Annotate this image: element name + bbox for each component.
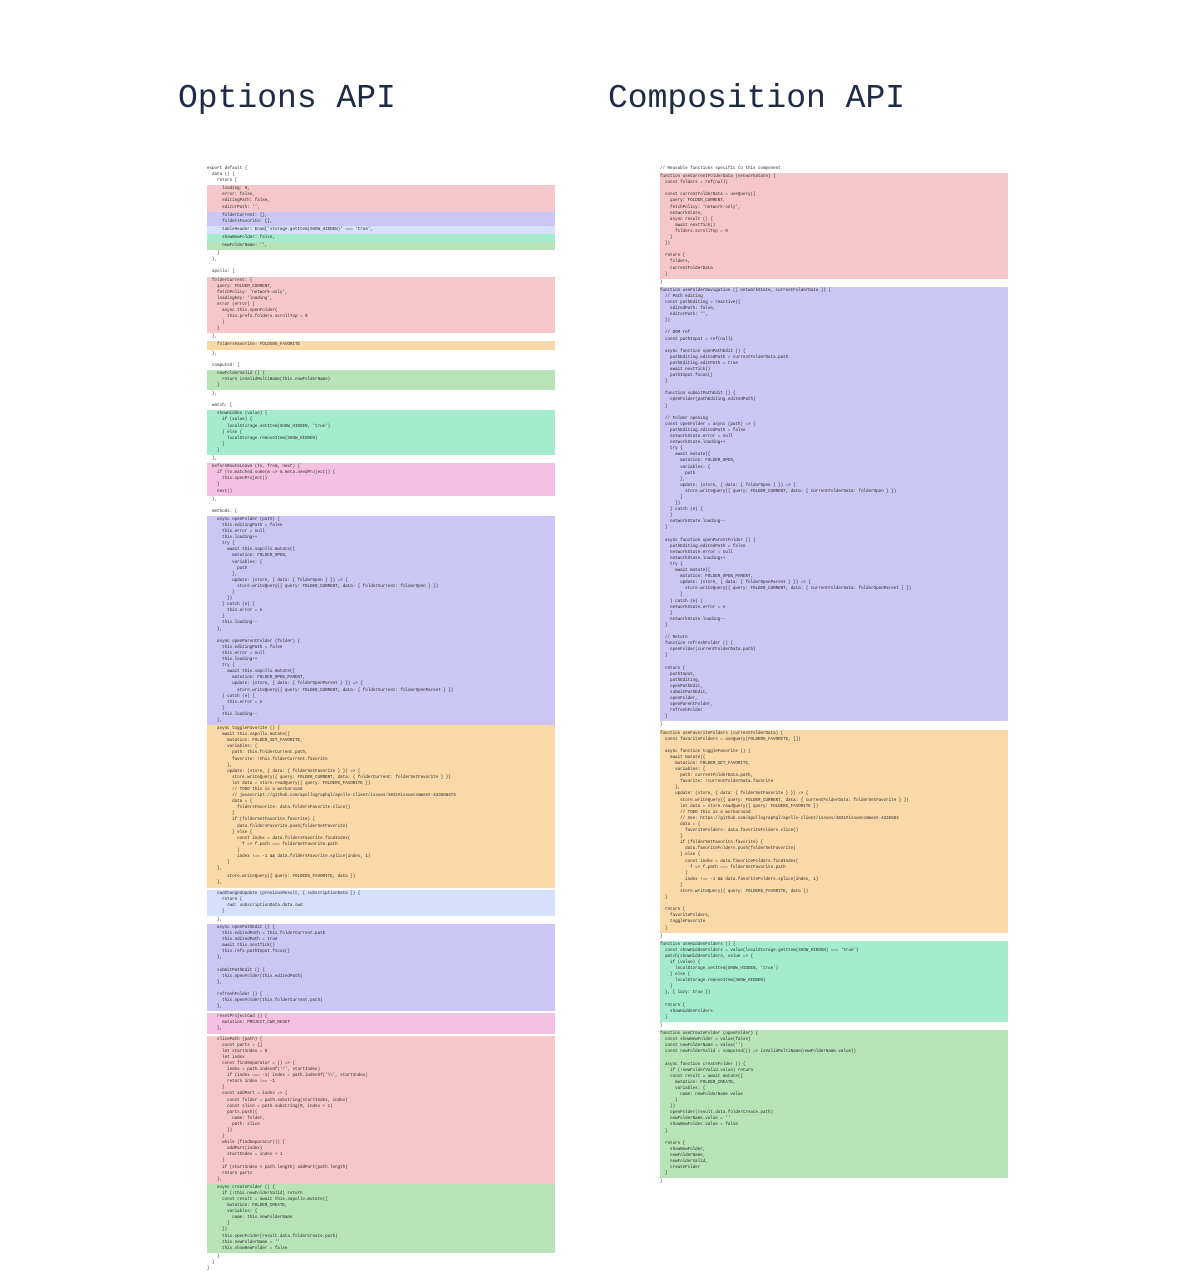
code-block-orange: function useFavoriteFolders (currentFold…: [660, 730, 1008, 933]
code-block-white: }, watch: {: [207, 390, 555, 410]
code-block-purple: function useFolderNavigation ({ networkS…: [660, 287, 1008, 722]
code-block-white: }: [660, 1178, 1008, 1186]
code-block-white: }: [660, 721, 1008, 729]
heading-options-api: Options API: [178, 80, 396, 117]
code-block-mint: showNewFolder: false,: [207, 234, 555, 242]
canvas: Options API Composition API export defau…: [0, 0, 1200, 1201]
code-block-mint: function useHiddenFolders () { const sho…: [660, 941, 1008, 1022]
code-block-white: } }, apollo: {: [207, 250, 555, 276]
code-block-purple: async openPathEdit () { this.editedPath …: [207, 924, 555, 1011]
code-block-white: }: [660, 1022, 1008, 1030]
code-block-white: } } }: [207, 1253, 555, 1273]
code-block-orange: async toggleFavorite () { await this.sap…: [207, 725, 555, 873]
code-block-blue: cwdChangedUpdate (previousResult, { subs…: [207, 890, 555, 916]
heading-composition-api: Composition API: [608, 80, 905, 117]
code-block-white: }, computed: {: [207, 350, 555, 370]
code-block-white: },: [207, 333, 555, 341]
code-block-white: }: [660, 279, 1008, 287]
code-block-green: newFolderValid () { return isValidMultiN…: [207, 370, 555, 390]
code-block-white: // Reusable functions specific to this c…: [660, 165, 1008, 173]
code-block-purple: folderCurrent: {}, foldersFavorite: [],: [207, 212, 555, 226]
code-block-red: function useCurrentFolderData (networkSt…: [660, 173, 1008, 279]
code-block-orange: store.writeQuery({ query: FOLDERS_FAVORI…: [207, 873, 555, 887]
code-block-green: function useCreateFolder (openFolder) { …: [660, 1030, 1008, 1178]
options-api-column: export default { data () { return { load…: [207, 165, 555, 1273]
code-block-red: folderCurrent: { query: FOLDER_CURRENT, …: [207, 277, 555, 334]
code-block-orange: foldersFavorite: FOLDERS_FAVORITE: [207, 341, 555, 349]
code-block-red: loading: 0, error: false, editingPath: f…: [207, 185, 555, 211]
code-block-green: newFolderName: '',: [207, 242, 555, 250]
code-block-pink: resetProjectCwd () { mutation: PROJECT_C…: [207, 1013, 555, 1033]
composition-api-column: // Reusable functions specific to this c…: [660, 165, 1008, 1186]
code-block-white: },: [207, 916, 555, 924]
code-block-purple: async openFolder (path) { this.editingPa…: [207, 516, 555, 725]
code-block-white: },: [207, 455, 555, 463]
code-block-mint: showHidden (value) { if (value) { localS…: [207, 410, 555, 455]
code-block-pink: beforeRouteLeave (to, from, next) { if (…: [207, 463, 555, 495]
code-block-white: }, methods: {: [207, 496, 555, 516]
code-block-blue: tableHeader: Enum['storage.getItem(SHOW_…: [207, 226, 555, 234]
code-block-red: slicePath (path) { const parts = [] let …: [207, 1036, 555, 1184]
code-block-green: async createFolder () { if (!this.newFol…: [207, 1184, 555, 1253]
code-block-white: export default { data () { return {: [207, 165, 555, 185]
code-block-white: }: [660, 933, 1008, 941]
